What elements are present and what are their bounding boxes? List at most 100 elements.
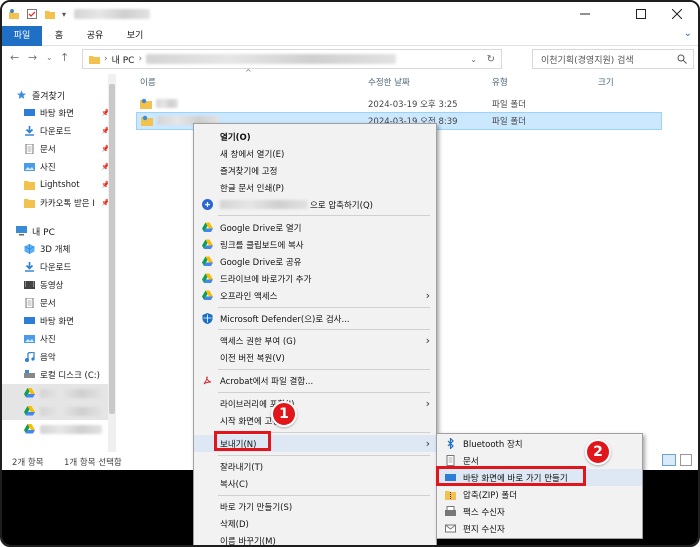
highlight-send-to <box>214 431 271 451</box>
new-folder-icon[interactable] <box>44 8 56 20</box>
nav-label: 카카오톡 받은 I <box>40 199 95 209</box>
menu-defender-scan[interactable]: Microsoft Defender(으)로 검사... <box>194 310 436 327</box>
menu-restore-previous[interactable]: 이전 버전 복원(V) <box>194 349 436 366</box>
forward-button[interactable]: → <box>28 51 37 64</box>
address-dropdown-icon[interactable]: ⌄ <box>470 55 477 64</box>
tab-home[interactable]: 홈 <box>46 26 72 46</box>
menu-include-library[interactable]: 라이브러리에 포함(I) › <box>194 395 436 412</box>
properties-icon[interactable] <box>26 8 38 20</box>
column-type[interactable]: 유형 <box>492 76 508 90</box>
nav-label: 로컬 디스크 (C:) <box>40 371 100 381</box>
menu-gdrive-offline[interactable]: 오프라인 액세스 › <box>194 287 436 304</box>
menu-separator <box>218 329 430 330</box>
nav-pc-documents[interactable]: 문서 <box>2 294 115 312</box>
search-icon <box>677 54 687 64</box>
submenu-arrow-icon: › <box>425 289 430 302</box>
ribbon-expand-icon[interactable]: ⌄ <box>684 28 692 39</box>
menu-acrobat-combine[interactable]: Acrobat에서 파일 결합... <box>194 372 436 389</box>
send-to-fax[interactable]: 팩스 수신자 <box>437 503 642 520</box>
menu-label: Google Drive로 공유 <box>220 257 302 268</box>
refresh-icon[interactable]: ↻ <box>487 54 495 65</box>
menu-rename[interactable]: 이름 바꾸기(M) <box>194 532 436 546</box>
nav-local-disk[interactable]: 로컬 디스크 (C:) <box>2 366 115 384</box>
file-type: 파일 폴더 <box>492 100 526 110</box>
tab-file[interactable]: 파일 <box>2 26 42 46</box>
nav-3d-objects[interactable]: 3D 개체 <box>2 240 115 258</box>
download-icon <box>25 126 34 136</box>
nav-pc-pictures[interactable]: 사진 <box>2 330 115 348</box>
menu-open-new-window[interactable]: 새 창에서 열기(E) <box>194 145 436 162</box>
column-name[interactable]: 이름 <box>140 76 156 90</box>
menu-grant-access[interactable]: 액세스 권한 부여 (G) › <box>194 332 436 349</box>
nav-quick-access[interactable]: 즐겨찾기 <box>2 86 115 104</box>
nav-gdrive-redacted-2[interactable] <box>2 402 115 420</box>
send-to-bluetooth[interactable]: Bluetooth 장치 <box>437 435 642 452</box>
nav-gdrive-redacted-3[interactable] <box>2 420 115 438</box>
qa-dropdown-icon[interactable]: ▾ <box>62 10 66 19</box>
menu-pin-quick-access[interactable]: 즐겨찾기에 고정 <box>194 162 436 179</box>
recent-dropdown-icon[interactable]: ⌄ <box>46 53 53 62</box>
submenu-arrow-icon: › <box>425 397 430 410</box>
breadcrumb-path-redacted <box>146 54 397 64</box>
step-badge-1: 1 <box>271 401 297 427</box>
tab-view[interactable]: 보기 <box>120 26 150 46</box>
menu-copy[interactable]: 복사(C) <box>194 475 436 492</box>
desktop-icon <box>24 109 35 116</box>
nav-gdrive-redacted-1[interactable] <box>2 384 115 402</box>
details-view-button[interactable] <box>662 454 676 466</box>
nav-label: 사진 <box>40 163 56 173</box>
back-button[interactable]: ← <box>10 51 19 64</box>
large-icons-view-button[interactable] <box>680 454 692 466</box>
nav-downloads[interactable]: 다운로드 📌 <box>2 122 115 140</box>
menu-pin-start[interactable]: 시작 화면에 고정(P) <box>194 412 436 429</box>
menu-open[interactable]: 열기(O) <box>194 128 436 145</box>
menu-cut[interactable]: 잘라내기(T) <box>194 458 436 475</box>
status-item-count: 2개 항목 <box>12 458 44 468</box>
nav-scroll-thumb[interactable] <box>109 84 115 414</box>
breadcrumb-this-pc[interactable]: 내 PC <box>112 53 135 66</box>
tab-share[interactable]: 공유 <box>80 26 110 46</box>
music-icon <box>25 352 35 362</box>
nav-pc-downloads[interactable]: 다운로드 <box>2 258 115 276</box>
nav-label: 내 PC <box>32 227 55 238</box>
table-row[interactable]: 2024-03-19 오후 3:25 파일 폴더 <box>136 95 662 113</box>
menu-label: 삭제(D) <box>220 519 249 530</box>
nav-lightshot[interactable]: Lightshot 📌 <box>2 176 115 194</box>
menu-label: 팩스 수신자 <box>463 507 505 518</box>
address-bar[interactable]: › 내 PC › ⌄ ↻ <box>82 49 502 69</box>
nav-this-pc[interactable]: 내 PC <box>2 222 115 240</box>
menu-hwp-print[interactable]: 한글 문서 인쇄(P) <box>194 179 436 196</box>
menu-gdrive-copy-link[interactable]: 링크를 클립보드에 복사 <box>194 236 436 253</box>
nav-label: 다운로드 <box>40 127 72 137</box>
minimize-button[interactable] <box>562 2 608 26</box>
nav-pictures[interactable]: 사진 📌 <box>2 158 115 176</box>
nav-videos[interactable]: 동영상 <box>2 276 115 294</box>
nav-desktop[interactable]: 바탕 화면 📌 <box>2 104 115 122</box>
nav-documents[interactable]: 문서 📌 <box>2 140 115 158</box>
close-button[interactable] <box>654 2 698 26</box>
nav-music[interactable]: 음악 <box>2 348 115 366</box>
menu-gdrive-shortcut[interactable]: 드라이브에 바로가기 추가 <box>194 270 436 287</box>
maximize-icon <box>636 9 646 19</box>
nav-label: 사진 <box>40 335 56 345</box>
search-input[interactable]: 이천기획(경영지원) 검색 <box>532 49 694 69</box>
menu-gdrive-open[interactable]: Google Drive로 열기 <box>194 219 436 236</box>
send-to-mail[interactable]: 편지 수신자 <box>437 520 642 537</box>
menu-compress[interactable]: 으로 압축하기(Q) <box>194 196 436 213</box>
title-bar: ▾ <box>2 2 698 26</box>
zip-folder-icon <box>445 491 456 500</box>
up-button[interactable]: ↑ <box>60 51 69 64</box>
menu-label: 링크를 클립보드에 복사 <box>220 240 304 251</box>
menu-create-shortcut[interactable]: 바로 가기 만들기(S) <box>194 498 436 515</box>
menu-label: Microsoft Defender(으)로 검사... <box>220 314 350 325</box>
nav-kakaotalk[interactable]: 카카오톡 받은 I 📌 <box>2 194 115 212</box>
column-size[interactable]: 크기 <box>598 76 614 90</box>
column-modified[interactable]: 수정한 날짜 <box>368 76 410 90</box>
menu-gdrive-share[interactable]: Google Drive로 공유 <box>194 253 436 270</box>
video-icon <box>24 281 35 289</box>
mail-icon <box>445 524 456 533</box>
send-to-zip[interactable]: 압축(ZIP) 폴더 <box>437 486 642 503</box>
menu-delete[interactable]: 삭제(D) <box>194 515 436 532</box>
nav-pc-desktop[interactable]: 바탕 화면 <box>2 312 115 330</box>
status-selected-count: 1개 항목 선택함 <box>64 458 122 468</box>
